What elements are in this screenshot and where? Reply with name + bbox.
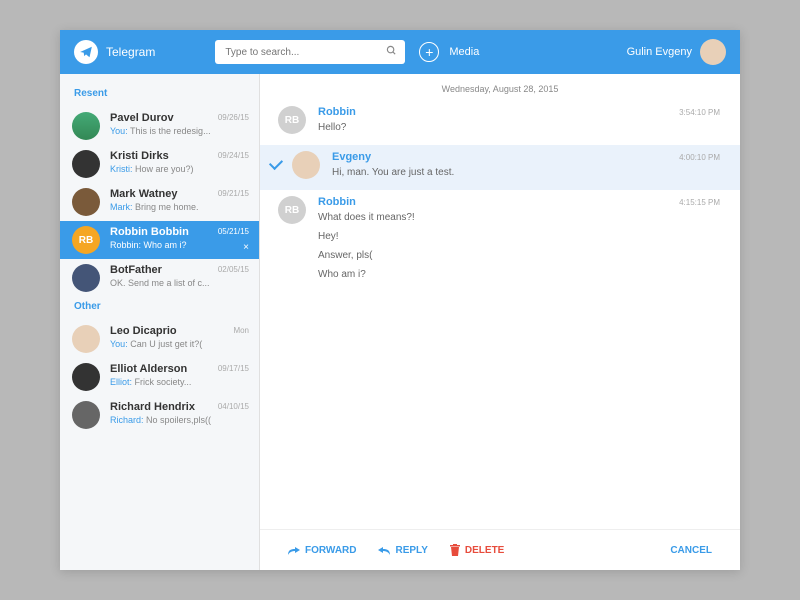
avatar: RB	[72, 226, 100, 254]
avatar	[72, 112, 100, 140]
app-window: Telegram + Media Gulin Evgeny Resent Pav…	[60, 30, 740, 570]
conversation-name: Leo Dicaprio	[110, 325, 247, 337]
conversation-preview: You: Can U just get it?(	[110, 339, 247, 349]
app-title: Telegram	[106, 45, 155, 59]
conversation-date: 02/05/15	[218, 265, 249, 274]
conversation-date: 09/17/15	[218, 364, 249, 373]
action-bar: FORWARD REPLY DELETE CANCEL	[260, 529, 740, 570]
current-user[interactable]: Gulin Evgeny	[627, 39, 726, 65]
message-sender: Robbin	[318, 196, 722, 208]
delete-button[interactable]: DELETE	[450, 544, 504, 556]
conversation-item[interactable]: Pavel DurovYou: This is the redesig...09…	[60, 107, 259, 145]
conversation-item[interactable]: Kristi DirksKristi: How are you?)09/24/1…	[60, 145, 259, 183]
avatar	[72, 363, 100, 391]
avatar	[292, 151, 320, 179]
avatar	[72, 325, 100, 353]
conversation-date: 09/21/15	[218, 189, 249, 198]
user-name: Gulin Evgeny	[627, 46, 692, 58]
conversation-date: 09/26/15	[218, 113, 249, 122]
avatar	[72, 264, 100, 292]
avatar: RB	[278, 106, 306, 134]
search-input[interactable]	[215, 40, 405, 64]
avatar	[72, 401, 100, 429]
conversation-item[interactable]: BotFatherOK. Send me a list of c...02/05…	[60, 259, 259, 297]
message-text: Hi, man. You are just a test.	[332, 165, 722, 180]
message-time: 4:00:10 PM	[679, 153, 720, 162]
avatar	[72, 150, 100, 178]
cancel-button[interactable]: CANCEL	[670, 545, 712, 556]
conversation-item[interactable]: Elliot AldersonElliot: Frick society...0…	[60, 358, 259, 396]
conversation-date: Mon	[233, 326, 249, 335]
conversation-preview: Kristi: How are you?)	[110, 164, 247, 174]
add-button[interactable]: +	[419, 42, 439, 62]
body: Resent Pavel DurovYou: This is the redes…	[60, 74, 740, 570]
forward-button[interactable]: FORWARD	[288, 545, 356, 556]
message-time: 3:54:10 PM	[679, 108, 720, 117]
media-label[interactable]: Media	[449, 46, 479, 58]
message[interactable]: Evgeny Hi, man. You are just a test. 4:00:…	[260, 145, 740, 190]
conversation-preview: OK. Send me a list of c...	[110, 278, 247, 288]
section-resent: Resent	[60, 84, 259, 107]
sidebar: Resent Pavel DurovYou: This is the redes…	[60, 74, 260, 570]
reply-button[interactable]: REPLY	[378, 545, 427, 556]
message[interactable]: RB Robbin Hello? 3:54:10 PM	[260, 100, 740, 145]
avatar	[72, 188, 100, 216]
paper-plane-icon	[79, 45, 93, 59]
search-icon	[386, 43, 397, 61]
close-icon[interactable]: ×	[243, 242, 249, 253]
conversation-item[interactable]: Mark WatneyMark: Bring me home.09/21/15	[60, 183, 259, 221]
header: Telegram + Media Gulin Evgeny	[60, 30, 740, 74]
date-header: Wednesday, August 28, 2015	[260, 74, 740, 100]
conversation-preview: Elliot: Frick society...	[110, 377, 247, 387]
message-text: Hello?	[318, 120, 722, 135]
chat-main: Wednesday, August 28, 2015 RB Robbin Hello…	[260, 74, 740, 570]
avatar	[700, 39, 726, 65]
reply-icon	[378, 545, 390, 555]
trash-icon	[450, 544, 460, 556]
conversation-date: 05/21/15	[218, 227, 249, 236]
conversation-date: 09/24/15	[218, 151, 249, 160]
conversation-item[interactable]: RBRobbin BobbinRobbin: Who am i?05/21/15…	[60, 221, 259, 259]
conversation-date: 04/10/15	[218, 402, 249, 411]
message-sender: Evgeny	[332, 151, 722, 163]
conversation-preview: Richard: No spoilers,pls((	[110, 415, 247, 425]
conversation-preview: Mark: Bring me home.	[110, 202, 247, 212]
section-other: Other	[60, 297, 259, 320]
conversation-preview: You: This is the redesig...	[110, 126, 247, 136]
message-time: 4:15:15 PM	[679, 198, 720, 207]
search-container	[215, 40, 405, 64]
conversation-item[interactable]: Leo Dicaprio You: Can U just get it?( Mon	[60, 320, 259, 358]
message-text: What does it means?!Hey!Answer, pls(Who …	[318, 210, 722, 282]
telegram-logo	[74, 40, 98, 64]
forward-icon	[288, 545, 300, 555]
conversation-item[interactable]: Richard HendrixRichard: No spoilers,pls(…	[60, 396, 259, 434]
conversation-preview: Robbin: Who am i?	[110, 240, 247, 250]
message[interactable]: RB Robbin What does it means?!Hey!Answer, …	[260, 190, 740, 292]
avatar: RB	[278, 196, 306, 224]
message-sender: Robbin	[318, 106, 722, 118]
